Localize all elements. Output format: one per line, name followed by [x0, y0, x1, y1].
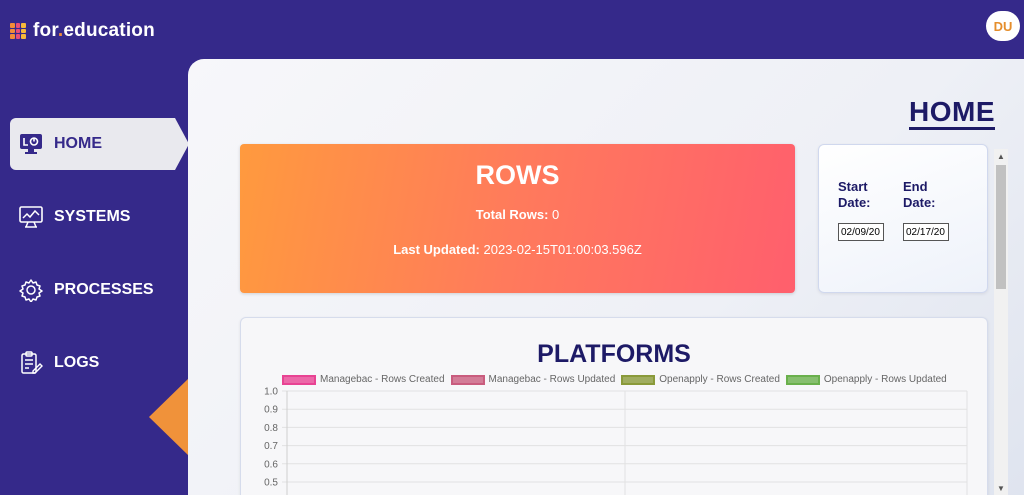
logo-text: for.education [33, 20, 155, 41]
start-date-input[interactable] [838, 223, 884, 241]
decorative-triangle [149, 378, 189, 456]
sidebar-item-label: HOME [54, 135, 102, 152]
end-date-group: End Date: [903, 179, 951, 241]
end-date-label: End Date: [903, 179, 936, 210]
total-rows-value: 0 [552, 207, 560, 222]
clipboard-edit-icon [18, 350, 44, 376]
sidebar-item-processes[interactable]: PROCESSES [10, 264, 175, 316]
sidebar-item-label: LOGS [54, 354, 100, 371]
y-tick-label: 1.0 [264, 387, 278, 398]
app-logo[interactable]: for.education [10, 18, 155, 44]
total-rows-label: Total Rows: [475, 207, 549, 222]
sidebar-item-home[interactable]: HOME [10, 118, 189, 170]
rows-card-title: ROWS [475, 160, 560, 190]
total-rows-line: Total Rows: 0 [240, 207, 795, 222]
y-tick-label: 0.7 [264, 441, 278, 452]
logo-grid-icon [10, 23, 26, 39]
y-tick-label: 0.5 [264, 478, 278, 489]
monitor-dashboard-icon [18, 131, 44, 157]
platforms-chart: 1.0 0.9 0.8 0.7 0.6 0.5 [264, 387, 968, 495]
page-title: HOME [909, 98, 995, 130]
scroll-up-arrow-icon[interactable]: ▲ [994, 149, 1008, 163]
y-tick-label: 0.8 [264, 423, 278, 434]
y-tick-label: 0.9 [264, 405, 278, 416]
y-tick-label: 0.6 [264, 459, 278, 470]
monitor-chart-icon [18, 204, 44, 230]
sidebar-item-label: SYSTEMS [54, 208, 131, 225]
last-updated-line: Last Updated: 2023-02-15T01:00:03.596Z [240, 242, 795, 257]
scroll-down-arrow-icon[interactable]: ▼ [994, 481, 1008, 495]
last-updated-value: 2023-02-15T01:00:03.596Z [483, 242, 642, 257]
rows-card: ROWS Total Rows: 0 Last Updated: 2023-02… [240, 144, 795, 293]
main-panel: HOME ROWS Total Rows: 0 Last Updated: 20… [188, 59, 1024, 495]
end-date-input[interactable] [903, 223, 949, 241]
scroll-thumb[interactable] [996, 165, 1006, 289]
start-date-label: Start Date: [838, 179, 871, 210]
sidebar-item-systems[interactable]: SYSTEMS [10, 191, 175, 243]
platforms-chart-card: PLATFORMS Managebac - Rows Created Manage… [240, 317, 988, 495]
sidebar-item-label: PROCESSES [54, 281, 154, 298]
start-date-group: Start Date: [838, 179, 886, 241]
user-avatar[interactable]: DU [986, 11, 1020, 41]
vertical-scrollbar[interactable]: ▲ ▼ [994, 149, 1008, 495]
gear-icon [18, 277, 44, 303]
date-filter-card: Start Date: End Date: [818, 144, 988, 293]
last-updated-label: Last Updated: [393, 242, 480, 257]
